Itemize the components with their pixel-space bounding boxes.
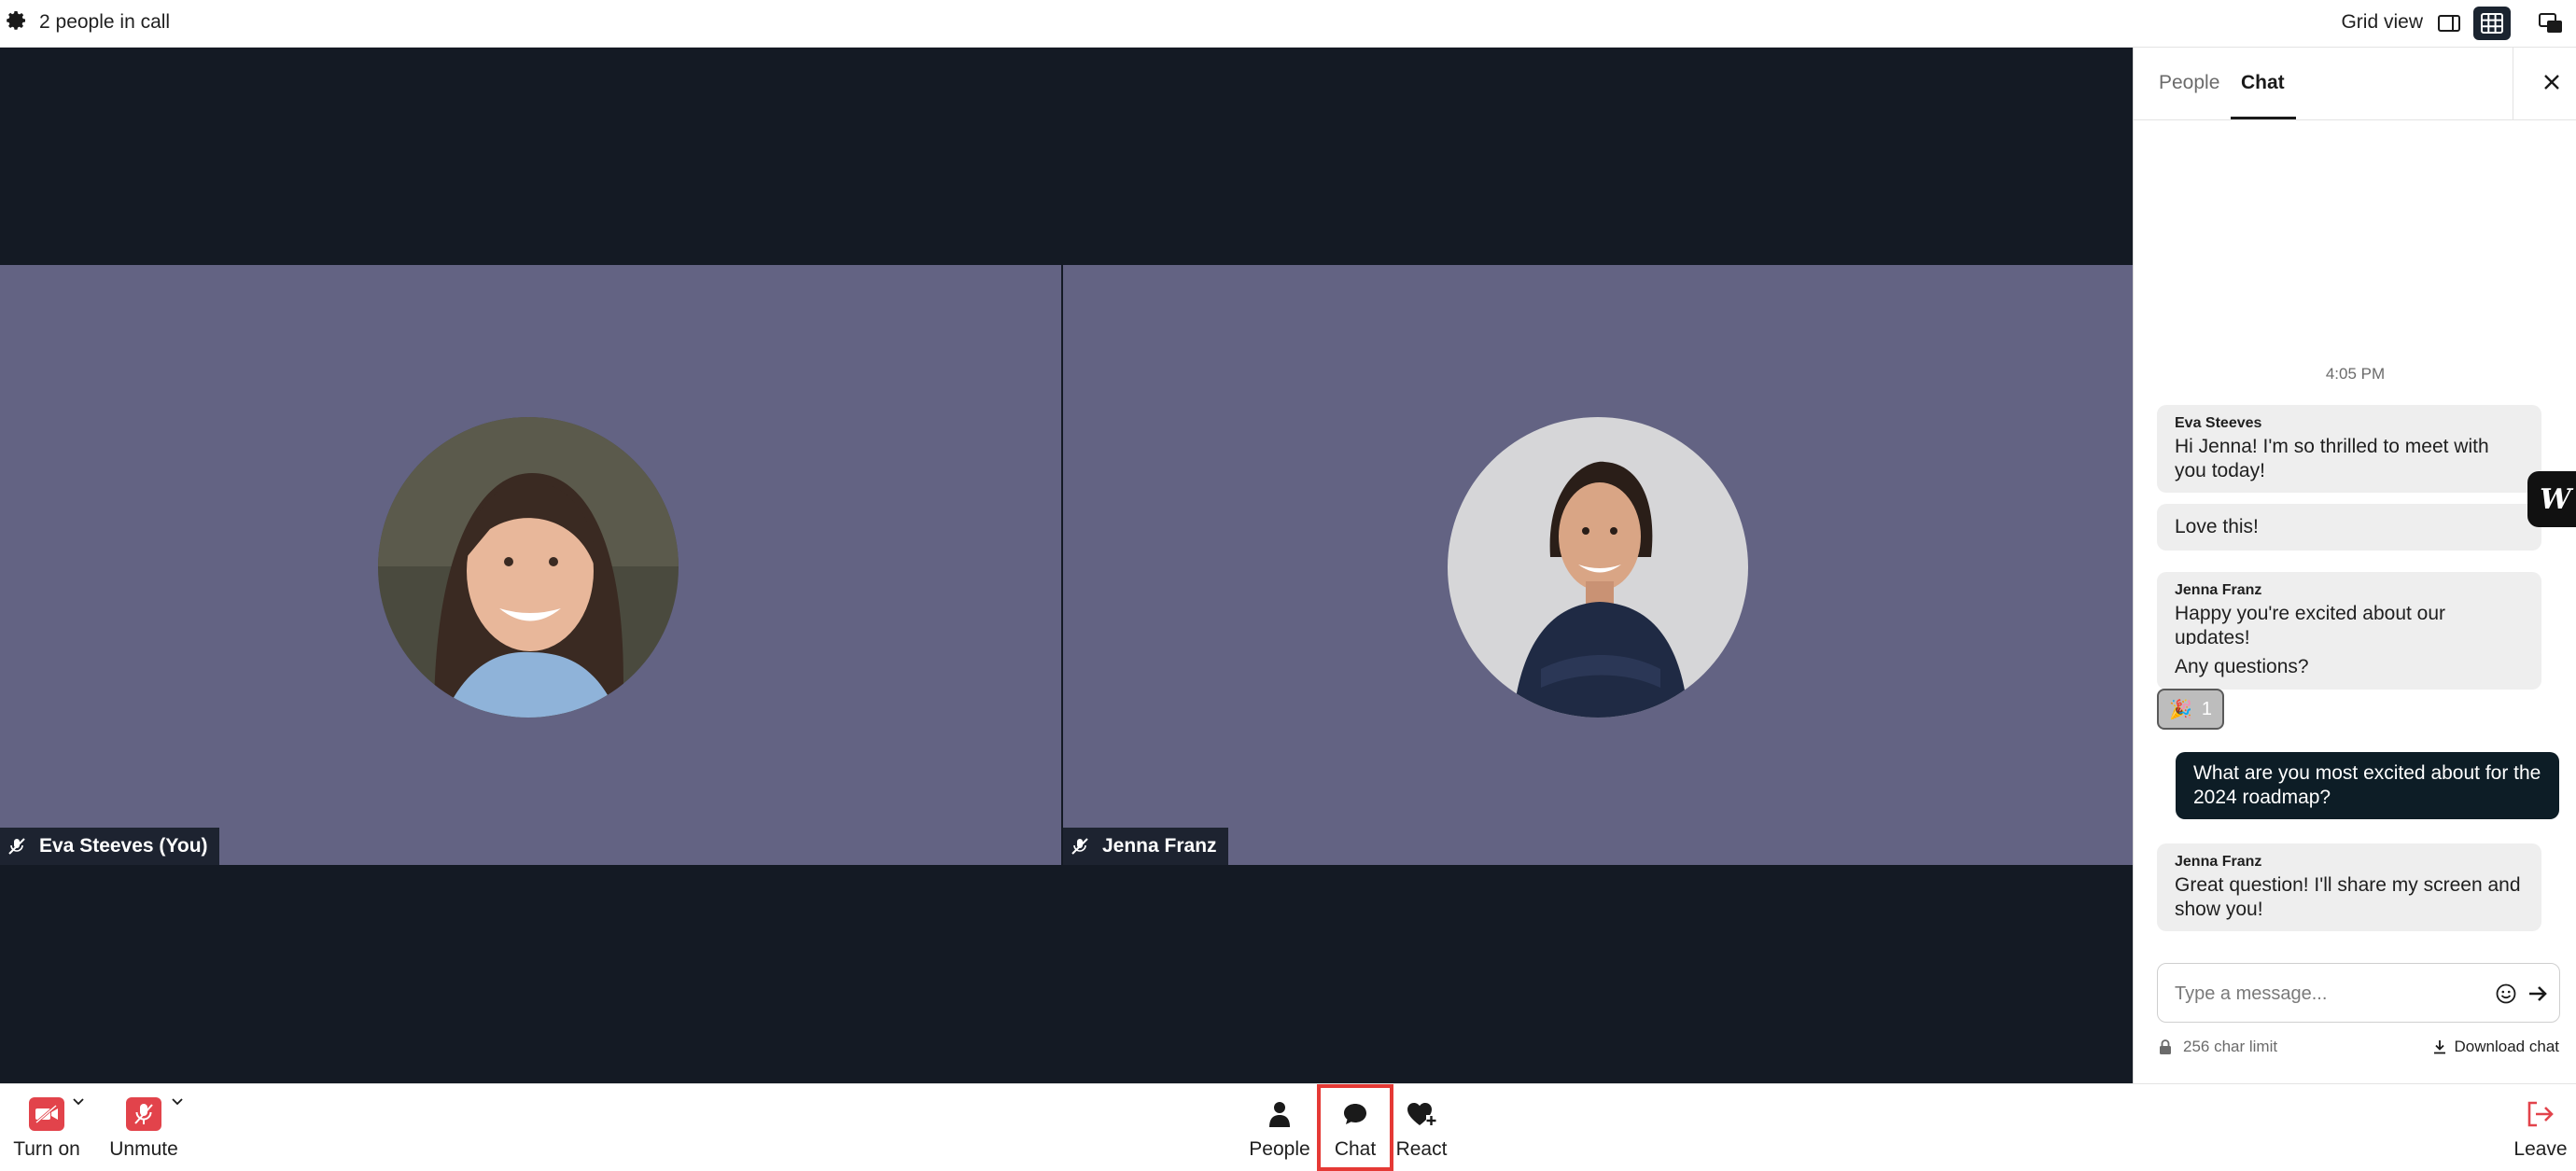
chat-timestamp: 4:05 PM xyxy=(2325,365,2386,383)
react-button[interactable]: React xyxy=(1391,1084,1452,1171)
grid-layout-icon xyxy=(2481,13,2503,34)
sidebar-layout-icon xyxy=(2438,15,2460,32)
message-sender: Jenna Franz xyxy=(2175,854,2262,870)
close-icon[interactable] xyxy=(2541,71,2563,93)
participant-name: Eva Steeves (You) xyxy=(39,835,208,857)
w-logo-icon[interactable]: W xyxy=(2527,471,2576,527)
download-chat-label: Download chat xyxy=(2454,1038,2559,1055)
chat-message: Jenna Franz Great question! I'll share m… xyxy=(2157,843,2541,931)
chevron-down-icon[interactable] xyxy=(72,1095,85,1108)
grid-view-button[interactable] xyxy=(2473,7,2511,40)
mic-toggle-label: Unmute xyxy=(109,1138,178,1160)
chat-message: Eva Steeves Hi Jenna! I'm so thrilled to… xyxy=(2157,405,2541,493)
message-text: Great question! I'll share my screen and… xyxy=(2175,874,2521,920)
download-chat-button[interactable]: Download chat xyxy=(2432,1038,2559,1056)
participant-nametag: Jenna Franz xyxy=(1063,828,1228,865)
people-button[interactable]: People xyxy=(1244,1084,1315,1171)
mic-off-icon xyxy=(126,1097,161,1131)
active-tab-indicator xyxy=(2231,117,2296,119)
tab-people[interactable]: People xyxy=(2159,72,2219,94)
message-text: What are you most excited about for the … xyxy=(2193,762,2541,808)
chat-message: Any questions? xyxy=(2157,645,2541,690)
people-button-label: People xyxy=(1249,1138,1310,1160)
char-limit-text: 256 char limit xyxy=(2183,1038,2278,1055)
view-mode-label: Grid view xyxy=(2341,11,2423,33)
message-text: Happy you're excited about our updates! xyxy=(2175,603,2446,648)
bottom-toolbar: Turn on Unmute People Chat React Leave xyxy=(0,1083,2576,1171)
popout-window-icon xyxy=(2539,13,2562,33)
download-icon xyxy=(2433,1040,2445,1054)
message-sender: Jenna Franz xyxy=(2175,582,2262,598)
leave-button[interactable]: Leave xyxy=(2511,1084,2570,1171)
leave-button-label: Leave xyxy=(2513,1138,2568,1160)
mic-off-icon xyxy=(1071,838,1088,855)
message-input[interactable] xyxy=(2175,981,2483,1007)
party-popper-icon: 🎉 xyxy=(2168,699,2192,720)
reaction-count: 1 xyxy=(2201,698,2213,719)
reaction-badge[interactable]: 🎉 1 xyxy=(2157,689,2224,730)
heart-plus-icon xyxy=(1407,1103,1436,1125)
char-limit: 256 char limit xyxy=(2159,1038,2277,1056)
chat-message: Love this! xyxy=(2157,504,2541,551)
participant-tile[interactable]: Eva Steeves (You) xyxy=(0,265,1061,865)
message-text: Love this! xyxy=(2175,516,2259,537)
camera-off-icon xyxy=(29,1097,64,1131)
leave-door-icon xyxy=(2527,1101,2554,1127)
participant-tile[interactable]: Jenna Franz xyxy=(1063,265,2133,865)
emoji-icon[interactable] xyxy=(2495,983,2517,1005)
tab-chat[interactable]: Chat xyxy=(2241,72,2285,94)
message-composer xyxy=(2157,963,2560,1023)
camera-toggle-label: Turn on xyxy=(13,1138,80,1160)
message-text: Hi Jenna! I'm so thrilled to meet with y… xyxy=(2175,436,2489,481)
message-sender: Eva Steeves xyxy=(2175,415,2262,431)
top-bar: 2 people in call Grid view xyxy=(0,0,2576,48)
message-text: Any questions? xyxy=(2175,656,2309,677)
popout-button[interactable] xyxy=(2532,7,2569,40)
chat-panel: People Chat 4:05 PM Eva Steeves Hi Jenna… xyxy=(2133,48,2576,1083)
participant-name: Jenna Franz xyxy=(1102,835,1217,857)
person-icon xyxy=(1269,1102,1290,1127)
participant-nametag: Eva Steeves (You) xyxy=(0,828,219,865)
react-button-label: React xyxy=(1395,1138,1448,1160)
chat-message-own: What are you most excited about for the … xyxy=(2176,752,2559,819)
gear-icon[interactable] xyxy=(6,9,28,32)
video-stage: Eva Steeves (You) Jenna Franz xyxy=(0,48,2133,1083)
people-count: 2 people in call xyxy=(39,11,171,33)
sidebar-view-button[interactable] xyxy=(2430,7,2468,40)
chat-button[interactable]: Chat xyxy=(1317,1084,1393,1171)
chevron-down-icon[interactable] xyxy=(171,1095,184,1108)
mic-off-icon xyxy=(8,838,25,855)
send-arrow-icon[interactable] xyxy=(2527,983,2549,1005)
participant-avatar xyxy=(378,417,679,718)
panel-tabs: People Chat xyxy=(2134,48,2576,120)
participant-avatar xyxy=(1448,417,1748,718)
chat-button-label: Chat xyxy=(1334,1138,1377,1160)
chat-bubble-icon xyxy=(1344,1104,1366,1124)
lock-icon xyxy=(2160,1039,2171,1054)
